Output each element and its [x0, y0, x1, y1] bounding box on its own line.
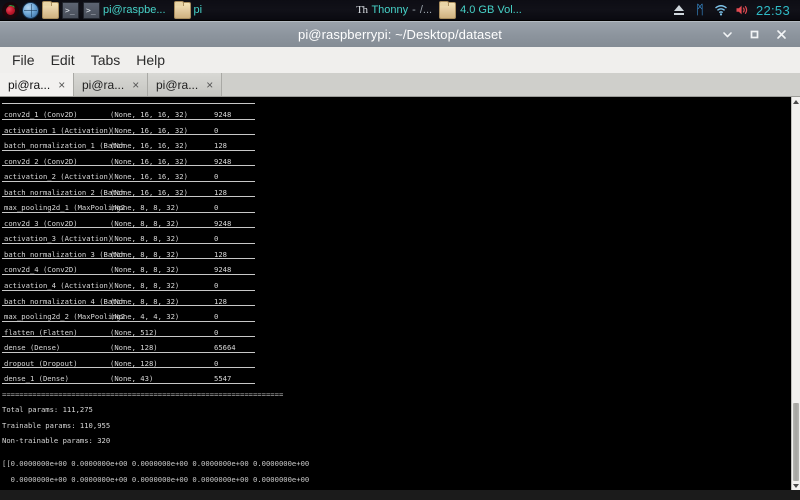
terminal-area: conv2d_1 (Conv2D) (None, 16, 16, 32) 9248 a… [0, 97, 800, 490]
taskbar-window-label: pi@raspbe... [103, 4, 166, 16]
maximize-button[interactable] [748, 28, 761, 41]
array-output-line: [[0.0000000e+00 0.0000000e+00 0.0000000e… [2, 459, 310, 469]
close-button[interactable] [775, 28, 788, 41]
taskbar-window-volume[interactable]: 4.0 GB Vol... [460, 1, 522, 20]
volume-icon[interactable] [735, 3, 749, 17]
tab-label: pi@ra... [82, 77, 125, 92]
taskbar-window-terminal[interactable]: >_ pi@raspbe... [79, 1, 170, 20]
wifi-icon[interactable] [714, 3, 728, 17]
summary-table-row: activation_2 (Activation) (None, 16, 16, … [2, 166, 791, 182]
terminal-icon[interactable]: >_ [62, 1, 79, 19]
terminal-tab-1[interactable]: pi@ra... × [0, 73, 74, 96]
scroll-thumb[interactable] [793, 403, 799, 481]
minimize-button[interactable] [721, 28, 734, 41]
terminal-scrollbar[interactable] [791, 97, 800, 490]
summary-table-row: batch_normalization_1 (Batch (None, 16, 1… [2, 135, 791, 151]
menu-help[interactable]: Help [130, 50, 171, 70]
taskbar-window-label: pi [193, 4, 203, 16]
layer-output-shape: (None, 43) [110, 374, 154, 384]
scroll-down-arrow[interactable] [792, 481, 800, 490]
tab-label: pi@ra... [8, 77, 51, 92]
summary-table-row: batch_normalization_4 (Batch (None, 8, 8,… [2, 291, 791, 307]
terminal-window: pi@raspberrypi: ~/Desktop/dataset File E… [0, 21, 800, 500]
system-tray: ᛗ 22:53 [672, 3, 800, 18]
terminal-tab-2[interactable]: pi@ra... × [74, 73, 148, 96]
window-title: pi@raspberrypi: ~/Desktop/dataset [297, 27, 502, 42]
summary-table-row: activation_3 (Activation) (None, 8, 8, 32… [2, 228, 791, 244]
table-rule [2, 382, 255, 384]
summary-table-row: batch_normalization_2 (Batch (None, 16, 1… [2, 182, 791, 198]
summary-table-top-rule [2, 97, 791, 104]
file-manager-icon[interactable] [42, 0, 59, 19]
layer-param-count: 5547 [214, 374, 232, 384]
summary-table-row: conv2d_3 (Conv2D) (None, 8, 8, 32) 9248 [2, 213, 791, 229]
summary-table-row: max_pooling2d_1 (MaxPooling2 (None, 8, 8,… [2, 197, 791, 213]
summary-total-line: Non-trainable params: 320 [2, 436, 111, 446]
summary-table-row: dense_1 (Dense) (None, 43) 5547 [2, 368, 791, 384]
thonny-path: /... [419, 4, 433, 16]
summary-table-row: max_pooling2d_2 (MaxPooling2 (None, 4, 4,… [2, 306, 791, 322]
web-browser-icon[interactable] [22, 1, 39, 19]
terminal-output[interactable]: conv2d_1 (Conv2D) (None, 16, 16, 32) 9248 a… [0, 97, 791, 490]
taskbar-clock[interactable]: 22:53 [756, 3, 794, 18]
summary-table-row: conv2d_2 (Conv2D) (None, 16, 16, 32) 9248 [2, 151, 791, 167]
scroll-up-arrow[interactable] [792, 97, 800, 106]
summary-table-row: flatten (Flatten) (None, 512) 0 [2, 322, 791, 338]
tab-close-icon[interactable]: × [206, 79, 213, 91]
summary-table-row: conv2d_4 (Conv2D) (None, 8, 8, 32) 9248 [2, 259, 791, 276]
terminal-icon: >_ [83, 1, 100, 19]
thonny-label: Thonny [371, 4, 409, 16]
tab-label: pi@ra... [156, 77, 199, 92]
taskbar-window-thonny[interactable]: Thonny [371, 1, 408, 20]
thonny-badge-icon: Th [356, 4, 368, 16]
menu-edit[interactable]: Edit [45, 50, 81, 70]
window-titlebar[interactable]: pi@raspberrypi: ~/Desktop/dataset [0, 21, 800, 47]
volume-window-label: 4.0 GB Vol... [460, 4, 522, 16]
taskbar: >_ >_ pi@raspbe... pi Th Thonny - /... 4… [0, 0, 800, 21]
summary-table-row: activation_1 (Activation) (None, 16, 16, … [2, 120, 791, 136]
menu-file[interactable]: File [6, 50, 41, 70]
summary-table-row: conv2d_1 (Conv2D) (None, 16, 16, 32) 9248 [2, 104, 791, 120]
layer-name: dense_1 (Dense) [4, 374, 69, 384]
window-buttons [721, 28, 800, 41]
menubar: File Edit Tabs Help [0, 47, 800, 73]
folder-icon [439, 0, 457, 19]
tab-close-icon[interactable]: × [58, 79, 65, 91]
eject-icon[interactable] [672, 3, 686, 17]
taskbar-separator: - [412, 4, 416, 16]
tabbar: pi@ra... × pi@ra... × pi@ra... × [0, 73, 800, 97]
folder-icon [173, 0, 191, 19]
taskbar-window-filemanager[interactable]: pi [170, 0, 207, 20]
menu-tabs[interactable]: Tabs [85, 50, 127, 70]
summary-table-row: batch_normalization_3 (Batch (None, 8, 8,… [2, 244, 791, 260]
tab-close-icon[interactable]: × [132, 79, 139, 91]
bluetooth-icon[interactable]: ᛗ [693, 3, 707, 17]
raspberry-menu-icon[interactable] [2, 1, 19, 19]
taskbar-launchers: >_ [0, 0, 79, 19]
window-statusbar [0, 490, 800, 500]
summary-table-row: activation_4 (Activation) (None, 8, 8, 32… [2, 275, 791, 291]
summary-total-line: Trainable params: 110,955 [2, 420, 111, 430]
taskbar-center-group: Th Thonny - /... 4.0 GB Vol... [206, 0, 672, 20]
terminal-tab-3[interactable]: pi@ra... × [148, 73, 222, 96]
summary-table-row: dropout (Dropout) (None, 128) 0 [2, 353, 791, 369]
summary-table-row: dense (Dense) (None, 128) 65664 [2, 337, 791, 353]
